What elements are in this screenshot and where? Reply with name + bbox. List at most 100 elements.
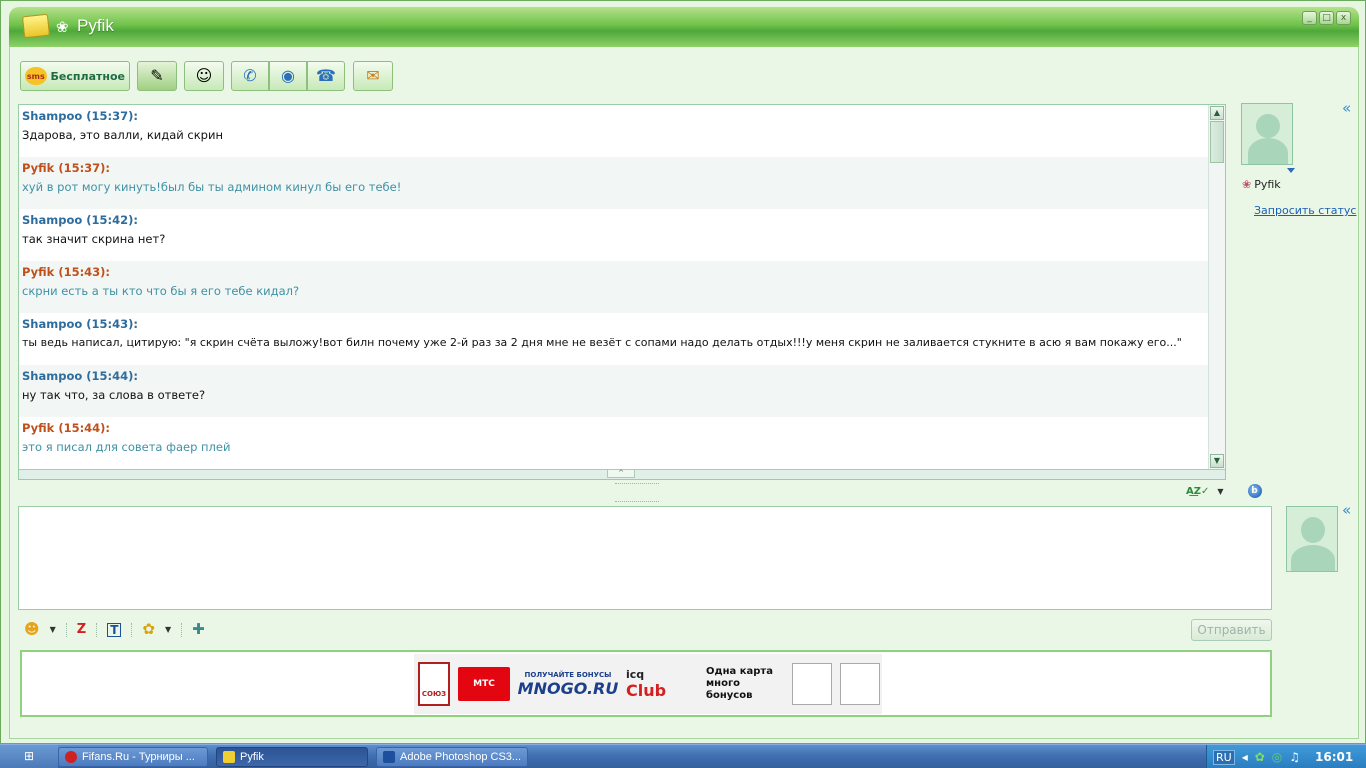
window-title: Pyfik [77, 16, 114, 35]
collapse-handle[interactable]: ^ [607, 469, 635, 478]
icq-label: icq [626, 668, 645, 681]
icq-chat-window: ❀ Pyfik _ □ x sms Бесплатное ✎ ☺ ✆ ◉ ☎ ✉… [0, 0, 1366, 744]
message-header: Pyfik (15:37): [22, 161, 111, 175]
ad-banner-frame: СОЮЗ МТС ПОЛУЧАЙТЕ БОНУСЫ MNOGO.RU icq C… [20, 650, 1272, 717]
chat-history[interactable]: Shampoo (15:37): Здарова, это валли, кид… [18, 104, 1226, 480]
minimize-button[interactable]: _ [1302, 11, 1317, 25]
start-button[interactable]: ⊞ [0, 745, 58, 768]
file-transfer-icon: ✉ [366, 66, 380, 85]
message-text: ты ведь написал, цитирую: "я скрин счёта… [22, 336, 1182, 349]
sms-icon: sms [25, 67, 47, 85]
system-tray: RU ◂ ✿ ◎ ♫ 16:01 [1206, 745, 1366, 768]
contact-avatar[interactable] [1241, 103, 1293, 165]
message-header: Shampoo (15:44): [22, 369, 138, 383]
contact-name-row: ❀ Pyfik [1242, 178, 1281, 191]
title-bar[interactable]: ❀ Pyfik _ □ x [9, 7, 1359, 47]
taskbar-item-opera[interactable]: Fifans.Ru - Турниры ... [58, 747, 208, 767]
separator [96, 622, 98, 637]
chat-message: Pyfik (15:43): скрни есть а ты кто что б… [19, 261, 1225, 313]
scroll-down-arrow-icon[interactable]: ▼ [1210, 454, 1224, 468]
splitter-handle[interactable] [615, 483, 659, 486]
free-sms-button[interactable]: sms Бесплатное [20, 61, 130, 91]
call-tools-group: ✆ ◉ ☎ [231, 61, 345, 91]
animated-message-icon[interactable]: ✿ [142, 622, 155, 637]
icq-tray-icon[interactable]: ✿ [1255, 750, 1265, 764]
icq-club-logo: icq Club [626, 668, 698, 700]
photoshop-icon [383, 751, 395, 763]
scroll-up-arrow-icon[interactable]: ▲ [1210, 106, 1224, 120]
taskbar-item-photoshop[interactable]: Adobe Photoshop CS3... [376, 747, 528, 767]
language-indicator[interactable]: RU [1213, 749, 1235, 765]
windows-logo-icon: ⊞ [23, 749, 35, 763]
notes-icon: ✎ [150, 66, 164, 85]
message-header: Shampoo (15:37): [22, 109, 138, 123]
separator [181, 622, 183, 637]
spellcheck-dropdown-icon[interactable]: ▼ [1217, 487, 1223, 496]
message-input[interactable] [18, 506, 1272, 610]
collapse-panel-icon[interactable]: « [1342, 99, 1351, 117]
tray-expand-icon[interactable]: ◂ [1242, 750, 1248, 764]
request-status-link[interactable]: Запросить статус [1254, 204, 1356, 217]
send-button[interactable]: Отправить [1191, 619, 1272, 641]
ad-banner[interactable]: СОЮЗ МТС ПОЛУЧАЙТЕ БОНУСЫ MNOGO.RU icq C… [414, 654, 882, 714]
history-scrollbar[interactable]: ▲ ▼ [1208, 105, 1225, 469]
translate-icon[interactable]: b [1247, 484, 1262, 498]
notes-button[interactable]: ✎ [137, 61, 177, 91]
message-text: хуй в рот могу кинуть!был бы ты админом … [22, 180, 402, 194]
contact-info-button[interactable]: ☺ [184, 61, 224, 91]
message-text: так значит скрина нет? [22, 232, 166, 246]
avatar-dropdown-icon[interactable] [1287, 168, 1295, 173]
taskbar-item-pyfik[interactable]: Pyfik [216, 747, 368, 767]
nudge-icon[interactable]: Z [77, 623, 86, 636]
my-avatar[interactable] [1286, 506, 1338, 572]
splitter-handle[interactable] [615, 501, 659, 504]
ad-slogan: Одна карта много бонусов [706, 666, 773, 701]
message-text: Здарова, это валли, кидай скрин [22, 128, 223, 142]
separator [131, 622, 133, 637]
avatar-head [1301, 517, 1325, 543]
free-sms-label: Бесплатное [50, 69, 125, 83]
smiley-dropdown-icon[interactable]: ▼ [50, 625, 56, 634]
status-flower-icon: ❀ [1242, 178, 1252, 191]
message-header: Shampoo (15:43): [22, 317, 138, 331]
compose-toolbar-right: A͟Z✓ ▼ b [1186, 484, 1262, 498]
animated-dropdown-icon[interactable]: ▼ [165, 625, 171, 634]
games-icon[interactable]: ✚ [192, 622, 205, 637]
chat-message: Shampoo (15:37): Здарова, это валли, кид… [19, 105, 1225, 157]
fax-button[interactable]: ☎ [307, 61, 345, 91]
maximize-button[interactable]: □ [1319, 11, 1334, 25]
status-flower-icon: ❀ [56, 18, 69, 36]
spellcheck-icon[interactable]: A͟Z✓ [1186, 486, 1209, 497]
contact-name: Pyfik [1254, 178, 1281, 191]
phone-call-button[interactable]: ✆ [231, 61, 269, 91]
message-text: ну так что, за слова в ответе? [22, 388, 206, 402]
avatar-body [1291, 545, 1335, 571]
video-call-button[interactable]: ◉ [269, 61, 307, 91]
close-button[interactable]: x [1336, 11, 1351, 25]
message-header: Pyfik (15:43): [22, 265, 111, 279]
chat-message: Shampoo (15:43): ты ведь написал, цитиру… [19, 313, 1225, 365]
club-label: Club [626, 681, 667, 700]
chat-message: Pyfik (15:37): хуй в рот могу кинуть!был… [19, 157, 1225, 209]
chat-message: Shampoo (15:44): ну так что, за слова в … [19, 365, 1225, 417]
file-transfer-button[interactable]: ✉ [353, 61, 393, 91]
text-format-icon[interactable]: T [107, 622, 122, 637]
clock: 16:01 [1315, 750, 1354, 764]
mnogo-name: MNOGO.RU [517, 678, 619, 698]
mnogo-tagline: ПОЛУЧАЙТЕ БОНУСЫ [524, 670, 612, 679]
chat-toolbar: sms Бесплатное ✎ ☺ ✆ ◉ ☎ ✉ [20, 61, 400, 91]
network-tray-icon[interactable]: ◎ [1272, 750, 1282, 764]
window-controls: _ □ x [1302, 11, 1351, 25]
taskbar-item-label: Adobe Photoshop CS3... [400, 751, 522, 763]
chat-message: Pyfik (15:44): это я писал для совета фа… [19, 417, 1225, 469]
scrollbar-thumb[interactable] [1210, 121, 1224, 163]
volume-tray-icon[interactable]: ♫ [1289, 750, 1300, 764]
phone-icon: ✆ [243, 66, 257, 85]
taskbar-item-label: Fifans.Ru - Турниры ... [82, 751, 195, 763]
smiley-icon[interactable]: ☻ [24, 622, 40, 637]
message-text: скрни есть а ты кто что бы я его тебе ки… [22, 284, 300, 298]
collapse-panel-icon[interactable]: « [1342, 501, 1351, 519]
chat-message: Shampoo (15:42): так значит скрина нет? [19, 209, 1225, 261]
fax-icon: ☎ [316, 66, 336, 85]
video-icon: ◉ [281, 66, 295, 85]
